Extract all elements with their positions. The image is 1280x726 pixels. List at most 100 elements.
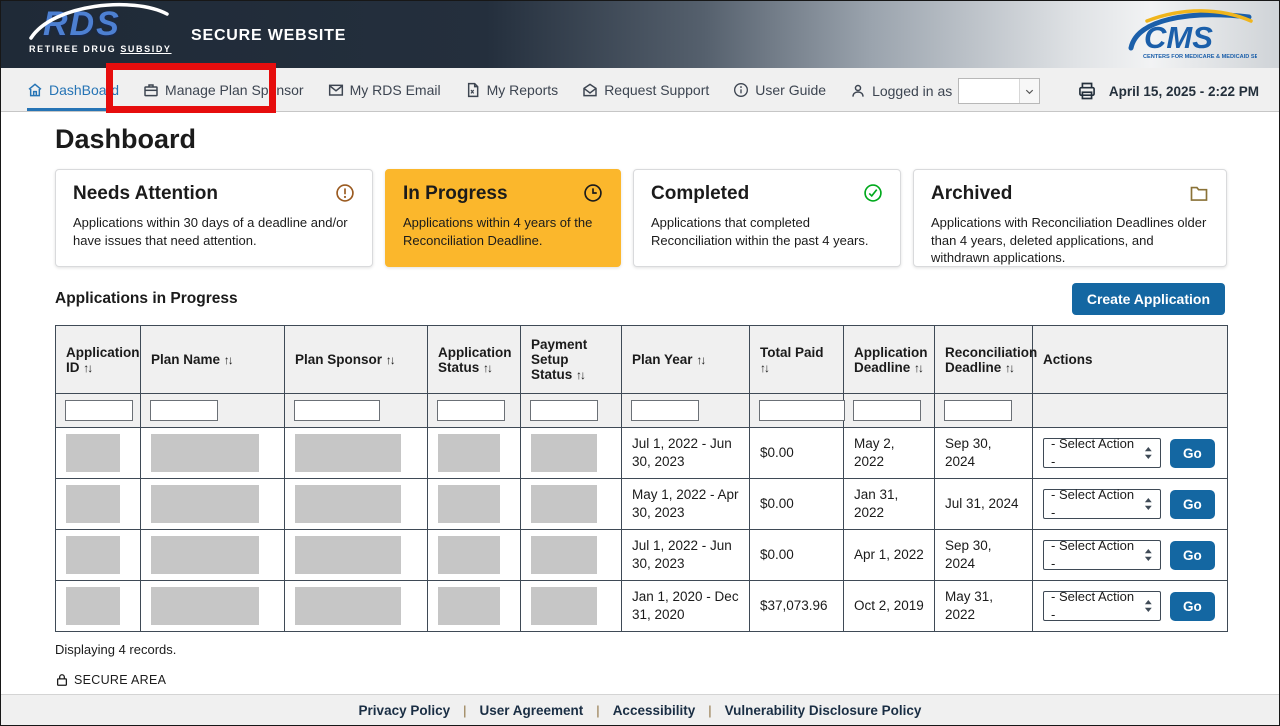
application-deadline-cell: Jan 31, 2022 [844, 479, 935, 530]
total-paid-cell: $0.00 [750, 479, 844, 530]
site-header: RDS RETIREE DRUG SUBSIDY SECURE WEBSITE … [1, 1, 1279, 68]
go-button[interactable]: Go [1170, 592, 1215, 621]
clock-icon [583, 183, 603, 203]
select-action-dropdown[interactable]: - Select Action - [1043, 591, 1161, 621]
redacted-plan-name [151, 587, 259, 625]
filter-payment-setup-status-input[interactable] [530, 400, 598, 421]
lock-icon [55, 673, 69, 687]
nav-item-manage-plan-sponsor[interactable]: Manage Plan Sponsor [143, 68, 304, 111]
column-header-application-status[interactable]: Application Status ↑↓ [428, 326, 521, 394]
main-content: Dashboard Needs Attention Applications w… [1, 112, 1279, 687]
column-header-reconciliation-deadline[interactable]: Reconciliation Deadline ↑↓ [935, 326, 1033, 394]
nav-item-my-rds-email[interactable]: My RDS Email [328, 68, 441, 111]
total-paid-cell: $0.00 [750, 530, 844, 581]
go-button[interactable]: Go [1170, 541, 1215, 570]
footer-link-privacy-policy[interactable]: Privacy Policy [359, 703, 451, 718]
sort-icon: ↑↓ [760, 361, 768, 375]
filter-application-status-input[interactable] [437, 400, 505, 421]
nav-item-user-guide[interactable]: User Guide [733, 68, 826, 111]
updown-arrows-icon [1144, 498, 1153, 510]
nav-item-label: My RDS Email [350, 82, 441, 98]
create-application-button[interactable]: Create Application [1072, 283, 1225, 315]
footer-separator: | [463, 703, 466, 718]
footer-link-accessibility[interactable]: Accessibility [613, 703, 696, 718]
card-completed[interactable]: Completed Applications that completed Re… [633, 169, 901, 267]
nav-item-label: My Reports [487, 82, 559, 98]
card-description: Applications within 4 years of the Recon… [403, 214, 603, 249]
filter-plan-year-input[interactable] [631, 400, 699, 421]
footer-separator: | [596, 703, 599, 718]
card-title: Completed [651, 183, 749, 205]
reconciliation-deadline-cell: May 31, 2022 [935, 581, 1033, 632]
table-row: Jul 1, 2022 - Jun 30, 2023 $0.00 Apr 1, … [56, 530, 1228, 581]
sort-icon: ↑↓ [576, 368, 584, 382]
sort-icon: ↑↓ [914, 361, 922, 375]
alert-circle-icon [335, 183, 355, 203]
filter-application-id-input[interactable] [65, 400, 133, 421]
card-archived[interactable]: Archived Applications with Reconciliatio… [913, 169, 1227, 267]
logged-in-group: Logged in as [850, 68, 1040, 111]
updown-arrows-icon [1144, 600, 1153, 612]
plan-year-cell: Jul 1, 2022 - Jun 30, 2023 [622, 530, 750, 581]
redacted-payment-setup-status [531, 536, 597, 574]
select-action-dropdown[interactable]: - Select Action - [1043, 489, 1161, 519]
filter-plan-name-input[interactable] [150, 400, 218, 421]
logged-in-label: Logged in as [872, 83, 952, 99]
rds-logo[interactable]: RDS RETIREE DRUG SUBSIDY [29, 5, 179, 54]
info-icon [733, 82, 749, 98]
redacted-application-id [66, 434, 120, 472]
sort-icon: ↑↓ [1005, 361, 1013, 375]
column-header-application-id[interactable]: Application ID ↑↓ [56, 326, 141, 394]
file-icon [465, 82, 481, 98]
footer-link-user-agreement[interactable]: User Agreement [480, 703, 584, 718]
reconciliation-deadline-cell: Sep 30, 2024 [935, 530, 1033, 581]
filter-reconciliation-deadline-input[interactable] [944, 400, 1012, 421]
column-header-plan-sponsor[interactable]: Plan Sponsor ↑↓ [285, 326, 428, 394]
nav-item-label: User Guide [755, 82, 826, 98]
secure-website-label: SECURE WEBSITE [191, 27, 346, 45]
column-header-application-deadline[interactable]: Application Deadline ↑↓ [844, 326, 935, 394]
filter-application-deadline-input[interactable] [853, 400, 921, 421]
reconciliation-deadline-cell: Sep 30, 2024 [935, 428, 1033, 479]
filter-total-paid-input[interactable] [759, 400, 845, 421]
redacted-application-status [438, 587, 500, 625]
nav-item-dashboard[interactable]: DashBoard [27, 68, 119, 111]
select-action-dropdown[interactable]: - Select Action - [1043, 438, 1161, 468]
plan-year-cell: May 1, 2022 - Apr 30, 2023 [622, 479, 750, 530]
redacted-plan-sponsor [295, 587, 401, 625]
records-summary: Displaying 4 records. [55, 642, 1225, 657]
redacted-payment-setup-status [531, 434, 597, 472]
redacted-plan-sponsor [295, 485, 401, 523]
nav-item-label: Manage Plan Sponsor [165, 82, 304, 98]
nav-item-request-support[interactable]: Request Support [582, 68, 709, 111]
application-deadline-cell: Oct 2, 2019 [844, 581, 935, 632]
column-header-total-paid[interactable]: Total Paid ↑↓ [750, 326, 844, 394]
nav-item-label: Request Support [604, 82, 709, 98]
application-deadline-cell: Apr 1, 2022 [844, 530, 935, 581]
select-action-dropdown[interactable]: - Select Action - [1043, 540, 1161, 570]
go-button[interactable]: Go [1170, 490, 1215, 519]
footer-link-vulnerability-disclosure-policy[interactable]: Vulnerability Disclosure Policy [725, 703, 922, 718]
card-needs-attention[interactable]: Needs Attention Applications within 30 d… [55, 169, 373, 267]
current-datetime: April 15, 2025 - 2:22 PM [1109, 84, 1259, 99]
column-header-payment-setup-status[interactable]: Payment Setup Status ↑↓ [521, 326, 622, 394]
printer-icon[interactable] [1077, 81, 1097, 101]
go-button[interactable]: Go [1170, 439, 1215, 468]
card-description: Applications that completed Reconciliati… [651, 214, 883, 249]
logged-in-user-select[interactable] [958, 78, 1040, 104]
card-in-progress[interactable]: In Progress Applications within 4 years … [385, 169, 621, 267]
footer: Privacy Policy | User Agreement | Access… [1, 694, 1279, 725]
column-header-actions: Actions [1033, 326, 1228, 394]
filter-plan-sponsor-input[interactable] [294, 400, 380, 421]
footer-separator: | [708, 703, 711, 718]
nav-item-my-reports[interactable]: My Reports [465, 68, 559, 111]
plan-year-cell: Jul 1, 2022 - Jun 30, 2023 [622, 428, 750, 479]
user-icon [850, 83, 866, 99]
column-header-plan-year[interactable]: Plan Year ↑↓ [622, 326, 750, 394]
sort-icon: ↑↓ [386, 353, 394, 367]
rds-secure-website-page: RDS RETIREE DRUG SUBSIDY SECURE WEBSITE … [0, 0, 1280, 726]
table-row: May 1, 2022 - Apr 30, 2023 $0.00 Jan 31,… [56, 479, 1228, 530]
applications-section-title: Applications in Progress [55, 290, 238, 308]
folder-icon [1189, 183, 1209, 203]
column-header-plan-name[interactable]: Plan Name ↑↓ [141, 326, 285, 394]
